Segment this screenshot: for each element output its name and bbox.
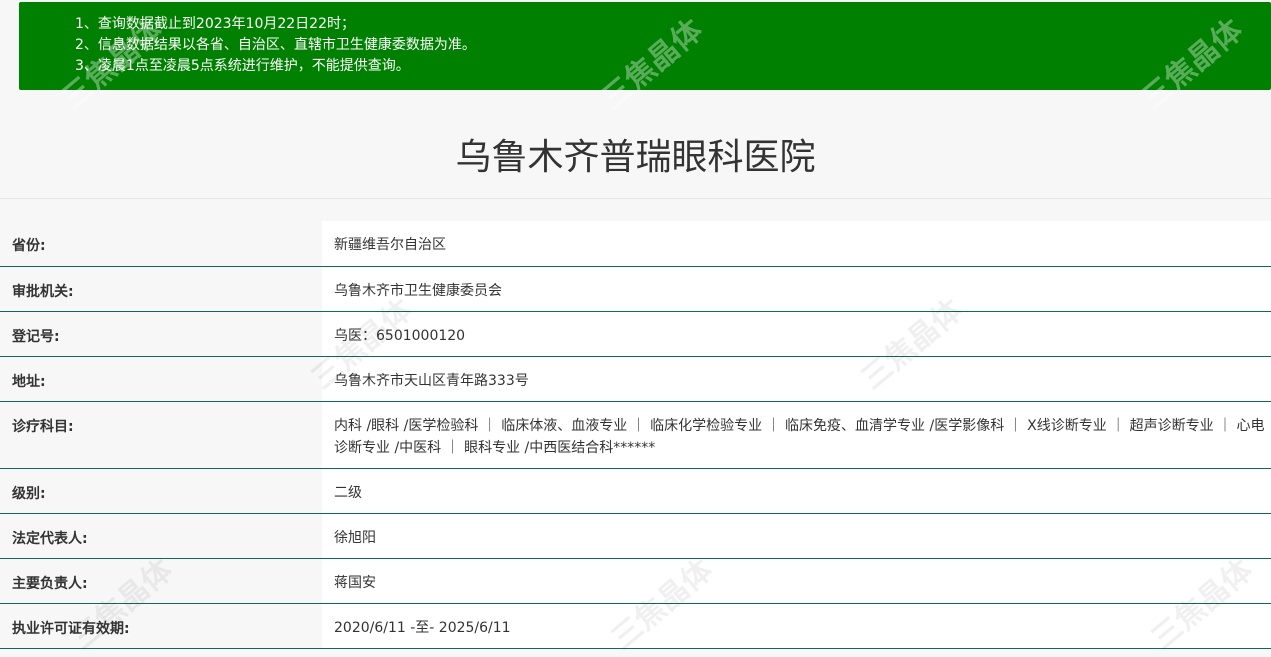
table-row-approval-authority: 审批机关: 乌鲁木齐市卫生健康委员会	[0, 266, 1271, 312]
field-label: 省份:	[0, 221, 322, 267]
field-value: 蒋国安	[322, 558, 1271, 604]
field-label: 执业许可证有效期:	[0, 603, 322, 649]
table-row-address: 地址: 乌鲁木齐市天山区青年路333号	[0, 356, 1271, 402]
notice-line-2: 2、信息数据结果以各省、自治区、直辖市卫生健康委数据为准。	[75, 37, 476, 53]
info-table: 省份: 新疆维吾尔自治区 审批机关: 乌鲁木齐市卫生健康委员会 登记号: 乌医：…	[0, 221, 1271, 649]
field-label: 级别:	[0, 468, 322, 514]
field-label: 主要负责人:	[0, 558, 322, 604]
field-value: 二级	[322, 468, 1271, 514]
page-title: 乌鲁木齐普瑞眼科医院	[455, 137, 816, 178]
field-value: 乌医：6501000120	[322, 311, 1271, 357]
table-row-legal-representative: 法定代表人: 徐旭阳	[0, 513, 1271, 559]
field-label: 地址:	[0, 356, 322, 402]
field-label: 登记号:	[0, 311, 322, 357]
field-value: 乌鲁木齐市天山区青年路333号	[322, 356, 1271, 402]
table-row-province: 省份: 新疆维吾尔自治区	[0, 221, 1271, 267]
field-value: 内科 /眼科 /医学检验科 ｜ 临床体液、血液专业 ｜ 临床化学检验专业 ｜ 临…	[322, 401, 1271, 469]
field-value: 2020/6/11 -至- 2025/6/11	[322, 603, 1271, 649]
table-row-level: 级别: 二级	[0, 468, 1271, 514]
table-row-principal: 主要负责人: 蒋国安	[0, 558, 1271, 604]
notice-line-1: 1、查询数据截止到2023年10月22日22时；	[75, 16, 355, 32]
table-row-departments: 诊疗科目: 内科 /眼科 /医学检验科 ｜ 临床体液、血液专业 ｜ 临床化学检验…	[0, 401, 1271, 469]
field-value: 乌鲁木齐市卫生健康委员会	[322, 266, 1271, 312]
field-value: 新疆维吾尔自治区	[322, 221, 1271, 267]
field-label: 法定代表人:	[0, 513, 322, 559]
table-row-license-validity: 执业许可证有效期: 2020/6/11 -至- 2025/6/11	[0, 603, 1271, 649]
field-value: 徐旭阳	[322, 513, 1271, 559]
notice-banner: 1、查询数据截止到2023年10月22日22时； 2、信息数据结果以各省、自治区…	[19, 2, 1271, 90]
title-area: 乌鲁木齐普瑞眼科医院	[0, 90, 1271, 199]
field-label: 审批机关:	[0, 266, 322, 312]
notice-line-3: 3、凌晨1点至凌晨5点系统进行维护，不能提供查询。	[75, 58, 410, 74]
table-row-registration-number: 登记号: 乌医：6501000120	[0, 311, 1271, 357]
field-label: 诊疗科目:	[0, 401, 322, 469]
